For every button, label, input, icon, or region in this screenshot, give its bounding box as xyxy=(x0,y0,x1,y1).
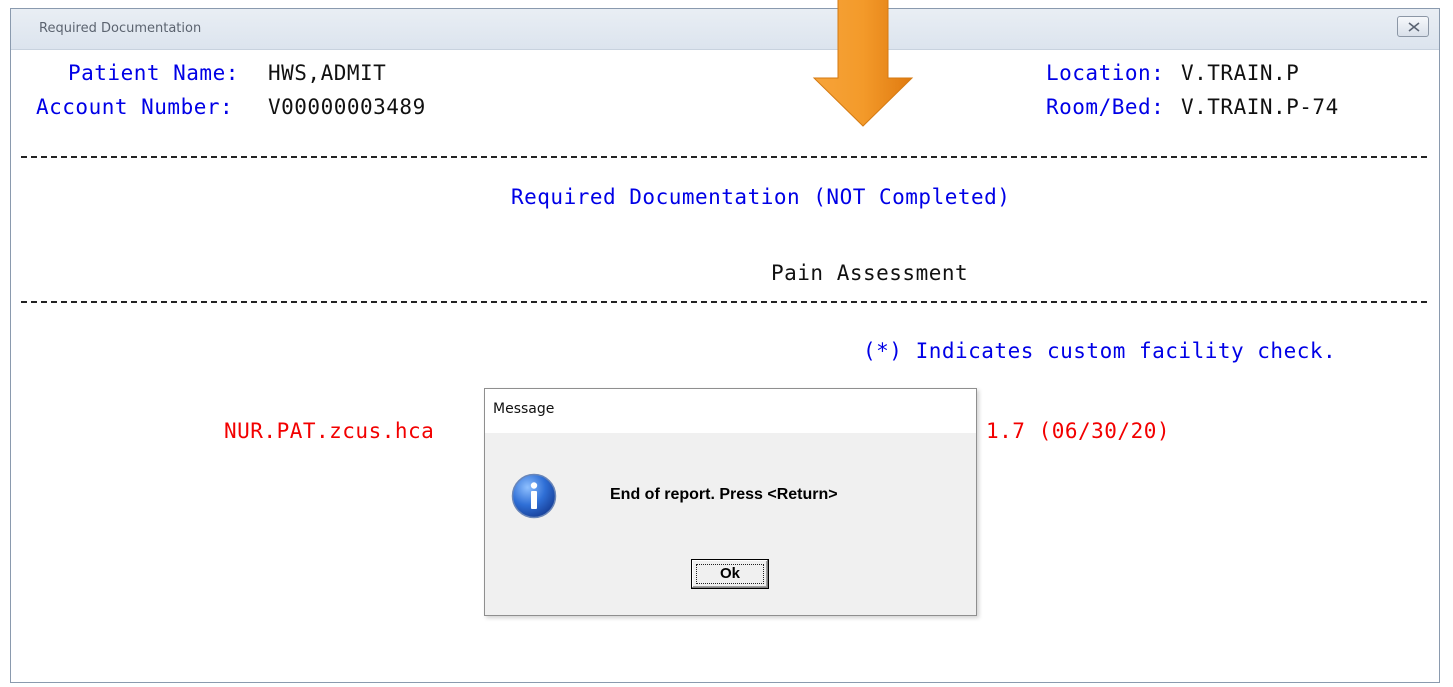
close-button[interactable] xyxy=(1397,16,1429,37)
window-title: Required Documentation xyxy=(39,21,202,36)
report-item: Pain Assessment xyxy=(771,261,969,285)
ok-button[interactable]: Ok xyxy=(691,559,769,589)
location-value: V.TRAIN.P xyxy=(1181,61,1300,85)
window-titlebar: Required Documentation xyxy=(11,9,1439,50)
room-bed-value: V.TRAIN.P-74 xyxy=(1181,95,1339,119)
patient-name-value: HWS,ADMIT xyxy=(268,61,387,85)
dialog-titlebar: Message xyxy=(485,389,976,433)
location-label: Location: xyxy=(1046,61,1165,85)
report-routine-name: NUR.PAT.zcus.hca xyxy=(224,419,435,443)
info-icon xyxy=(511,473,557,519)
divider-bottom xyxy=(21,301,1427,303)
close-icon xyxy=(1408,22,1420,32)
room-bed-label: Room/Bed: xyxy=(1046,95,1165,119)
divider-top xyxy=(21,156,1427,158)
account-number-label: Account Number: xyxy=(36,95,234,119)
patient-name-label: Patient Name: xyxy=(68,61,239,85)
report-heading: Required Documentation (NOT Completed) xyxy=(511,185,1011,209)
dialog-message: End of report. Press <Return> xyxy=(610,486,838,503)
orange-down-arrow-icon xyxy=(812,0,914,127)
dialog-title: Message xyxy=(493,401,555,417)
focus-rectangle xyxy=(696,564,764,584)
message-dialog: Message End of report. Press <Return> Ok xyxy=(484,388,977,616)
custom-check-legend: (*) Indicates custom facility check. xyxy=(863,339,1337,363)
account-number-value: V00000003489 xyxy=(268,95,426,119)
report-version-date: 1.7 (06/30/20) xyxy=(986,419,1171,443)
